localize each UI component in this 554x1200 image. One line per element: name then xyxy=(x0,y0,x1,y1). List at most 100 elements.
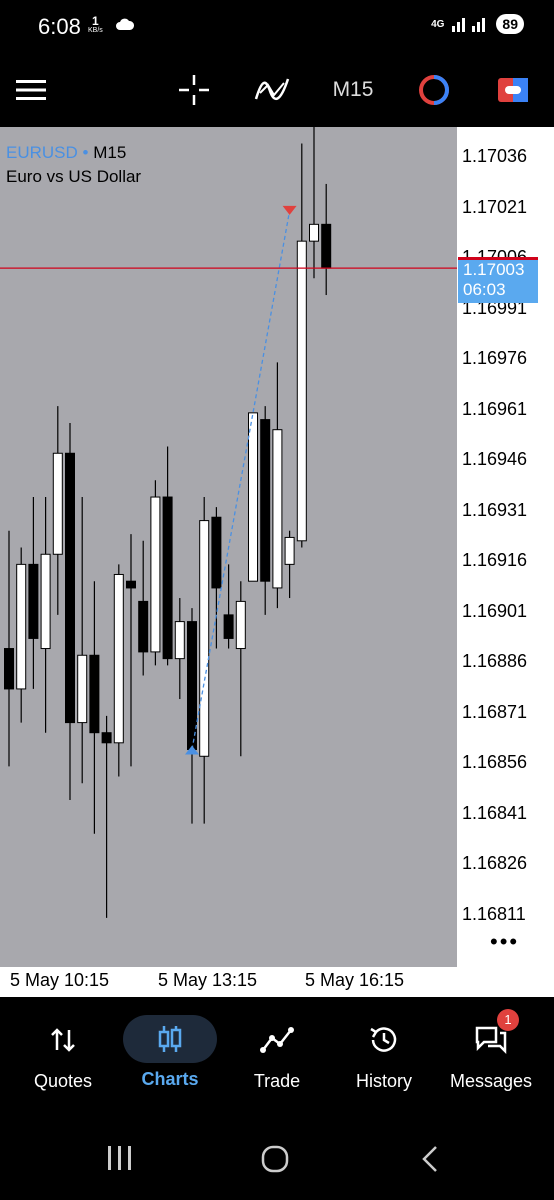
bear-candle xyxy=(89,654,100,734)
bull-candle xyxy=(284,536,295,565)
price-tick-label: 1.16871 xyxy=(462,701,528,722)
nav-charts[interactable]: Charts xyxy=(115,1015,225,1090)
one-click-trading-icon xyxy=(419,75,449,105)
symbol-timeframe: M15 xyxy=(93,143,127,162)
crosshair-button[interactable] xyxy=(176,67,212,113)
symbol-name: EURUSD xyxy=(6,143,78,162)
menu-button[interactable] xyxy=(16,67,46,113)
price-tick-label: 1.16841 xyxy=(462,802,528,823)
network-type: 4G xyxy=(431,18,445,30)
hamburger-icon xyxy=(16,80,46,100)
price-tick-label: 1.16961 xyxy=(462,398,528,419)
bear-candle xyxy=(4,648,14,690)
quotes-arrows-icon xyxy=(51,1028,75,1052)
status-bar: 6:08 1 KB/s 4G 89 xyxy=(0,0,554,55)
nav-messages[interactable]: 1 Messages xyxy=(436,1009,546,1092)
price-tick-label: 1.16826 xyxy=(462,853,528,873)
recent-apps-button[interactable] xyxy=(106,1145,134,1176)
back-icon xyxy=(422,1146,437,1172)
price-tick-label: 1.17036 xyxy=(462,146,528,166)
bear-candle xyxy=(211,516,222,589)
candlestick-chart[interactable] xyxy=(0,127,457,967)
bar-countdown: 06:03 xyxy=(463,280,506,299)
bull-candle xyxy=(199,520,210,757)
bull-candle xyxy=(174,621,185,660)
bear-candle xyxy=(65,452,75,724)
symbol-label[interactable]: EURUSD • M15 xyxy=(6,143,126,163)
recent-apps-icon xyxy=(108,1146,131,1170)
bear-candle xyxy=(223,614,234,639)
status-time: 6:08 xyxy=(38,14,81,39)
nav-trade-label: Trade xyxy=(253,1071,301,1091)
time-tick-label: 5 May 13:15 xyxy=(158,970,258,990)
price-tick-label: 1.17021 xyxy=(462,196,528,217)
bear-candle xyxy=(260,419,271,582)
bull-candle xyxy=(16,563,27,690)
battery-badge: 89 xyxy=(496,14,524,34)
price-tick-label: 1.16976 xyxy=(462,348,528,368)
cloud-icon xyxy=(116,18,135,30)
time-tick-label: 5 May 16:15 xyxy=(305,970,405,990)
price-tick-label: 1.16931 xyxy=(462,499,528,520)
price-tick-label: 1.16856 xyxy=(462,752,528,772)
bottom-navigation: Quotes Charts Trade History 1 Messages xyxy=(0,997,554,1117)
status-right: 4G 89 xyxy=(431,14,524,34)
system-navigation-bar xyxy=(0,1117,554,1200)
price-tick-label: 1.16916 xyxy=(462,550,528,570)
chart-toolbar: M15 xyxy=(0,55,554,127)
bear-candle xyxy=(138,600,149,653)
nav-messages-label: Messages xyxy=(449,1071,533,1091)
more-options-button[interactable]: ••• xyxy=(490,929,519,955)
bear-candle xyxy=(162,496,173,660)
nav-history[interactable]: History xyxy=(329,1015,439,1092)
sell-arrow-icon xyxy=(282,205,297,215)
indicators-button[interactable] xyxy=(254,67,290,113)
price-tick-label: 1.16886 xyxy=(462,651,528,671)
back-button[interactable] xyxy=(420,1145,440,1178)
bull-candle xyxy=(52,452,63,555)
signal-icon xyxy=(452,18,486,32)
nav-quotes-label: Quotes xyxy=(33,1071,93,1091)
bull-candle xyxy=(77,654,88,724)
bull-candle xyxy=(150,496,161,653)
timeframe-button[interactable]: M15 xyxy=(328,67,378,113)
home-icon xyxy=(261,1145,289,1173)
nav-trade[interactable]: Trade xyxy=(222,1015,332,1092)
current-price-badge: 1.17003 06:03 xyxy=(458,257,538,303)
bear-candle xyxy=(126,580,136,589)
chart-area[interactable]: EURUSD • M15 Euro vs US Dollar xyxy=(0,127,457,967)
nav-quotes[interactable]: Quotes xyxy=(8,1015,118,1092)
symbol-description: Euro vs US Dollar xyxy=(6,167,142,186)
price-tick-label: 1.16811 xyxy=(462,903,526,924)
nav-history-label: History xyxy=(355,1071,412,1091)
one-click-trading-button[interactable] xyxy=(416,67,452,113)
bull-candle xyxy=(248,412,258,582)
current-price: 1.17003 xyxy=(463,260,525,279)
bull-candle xyxy=(272,429,283,589)
bull-candle xyxy=(113,573,124,744)
price-tick-label: 1.16901 xyxy=(462,600,528,621)
net-speed-value: 1 xyxy=(92,14,99,28)
messages-badge: 1 xyxy=(497,1009,519,1031)
bear-candle xyxy=(28,563,39,639)
new-order-button[interactable] xyxy=(496,67,530,113)
time-tick-label: 5 May 10:15 xyxy=(10,970,110,990)
bull-candle xyxy=(235,600,246,650)
symbol-marker: • xyxy=(82,143,89,162)
history-clock-icon xyxy=(370,1027,397,1052)
bull-candle xyxy=(309,223,319,242)
chart-panel: EURUSD • M15 Euro vs US Dollar 1.17036 1.… xyxy=(0,127,554,997)
trade-line-icon xyxy=(260,1027,294,1053)
new-order-icon xyxy=(498,78,528,102)
net-speed: 1 KB/s xyxy=(88,14,103,36)
bull-candle xyxy=(40,553,51,650)
nav-charts-label: Charts xyxy=(141,1069,199,1089)
bear-candle xyxy=(187,621,197,751)
candles-icon xyxy=(158,1026,182,1052)
timeframe-label: M15 xyxy=(332,78,374,101)
price-tick-label: 1.16946 xyxy=(462,449,528,469)
indicator-wave-icon xyxy=(254,78,290,101)
home-button[interactable] xyxy=(261,1145,289,1178)
bull-candle xyxy=(296,240,307,542)
bear-candle xyxy=(101,732,112,744)
